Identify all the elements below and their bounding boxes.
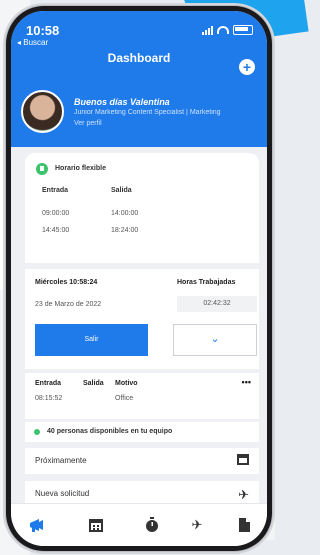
schedule-label: Horario flexible — [55, 165, 106, 172]
log-header-motivo: Motivo — [115, 380, 138, 387]
battery-icon — [233, 25, 253, 35]
phone-frame: 10:58 ◂ Buscar Dashboard + Buenos días V… — [6, 6, 272, 551]
attendance-log: Entrada Salida Motivo ••• 08:15:52 Offic… — [25, 373, 259, 419]
list-item-label: Próximamente — [35, 456, 87, 465]
log-entrada: 08:15:52 — [35, 395, 63, 402]
top-bar: 10:58 ◂ Buscar Dashboard + — [11, 11, 267, 87]
exit-button[interactable]: Salir — [35, 324, 148, 356]
tab-bar: ✈ — [11, 503, 267, 546]
avatar[interactable] — [21, 90, 64, 133]
current-datetime: Miércoles 10:58:24 — [35, 279, 98, 286]
schedule-salida-1: 14:00:00 — [111, 210, 139, 217]
column-header-entrada: Entrada — [42, 187, 69, 194]
plane-icon: ✈ — [238, 487, 249, 502]
schedule-entrada-1: 09:00:00 — [42, 210, 70, 217]
status-time: 10:58 — [26, 23, 60, 38]
calendar-icon[interactable] — [87, 516, 105, 534]
hours-worked-value: 02:42:32 — [177, 296, 257, 312]
team-availability-text: 40 personas disponibles en tu equipo — [47, 428, 173, 435]
plane-icon[interactable]: ✈ — [188, 516, 206, 534]
work-card: Miércoles 10:58:24 Horas Trabajadas 23 d… — [25, 269, 259, 369]
list-item-label: Nueva solicitud — [35, 489, 90, 498]
status-icons — [202, 25, 253, 35]
wifi-icon — [217, 26, 229, 34]
calendar-icon — [237, 454, 249, 465]
stopwatch-icon[interactable] — [143, 516, 161, 534]
team-availability[interactable]: 40 personas disponibles en tu equipo — [25, 422, 259, 442]
plus-icon[interactable]: + — [239, 59, 255, 75]
options-dropdown-button[interactable]: ⌄ — [173, 324, 257, 356]
schedule-salida-2: 18:24:00 — [111, 227, 139, 234]
chevron-down-icon: ⌄ — [210, 333, 220, 345]
more-options-icon[interactable]: ••• — [242, 377, 251, 387]
hours-worked-label: Horas Trabajadas — [177, 279, 236, 286]
job-title: Junior Marketing Content Specialist | Ma… — [74, 109, 221, 116]
megaphone-icon[interactable] — [28, 516, 46, 534]
schedule-card: Horario flexible Entrada Salida 09:00:00… — [25, 153, 259, 263]
signal-icon — [202, 25, 213, 35]
log-motivo: Office — [115, 395, 134, 402]
clock-icon — [36, 163, 48, 175]
list-item-upcoming[interactable]: Próximamente — [25, 448, 259, 474]
schedule-entrada-2: 14:45:00 — [42, 227, 70, 234]
column-header-salida: Salida — [111, 187, 132, 194]
document-icon[interactable] — [235, 516, 253, 534]
log-header-entrada: Entrada — [35, 380, 62, 387]
page-title: Dashboard — [107, 51, 171, 65]
online-dot-icon — [34, 429, 40, 435]
current-date: 23 de Marzo de 2022 — [35, 301, 102, 308]
log-header-salida: Salida — [83, 380, 104, 387]
greeting-text: Buenos días Valentina — [74, 97, 170, 107]
back-to-search-link[interactable]: ◂ Buscar — [17, 38, 48, 47]
profile-banner: Buenos días Valentina Junior Marketing C… — [11, 87, 267, 147]
view-profile-link[interactable]: Ver perfil — [74, 120, 102, 127]
app-screen: 10:58 ◂ Buscar Dashboard + Buenos días V… — [11, 11, 267, 546]
